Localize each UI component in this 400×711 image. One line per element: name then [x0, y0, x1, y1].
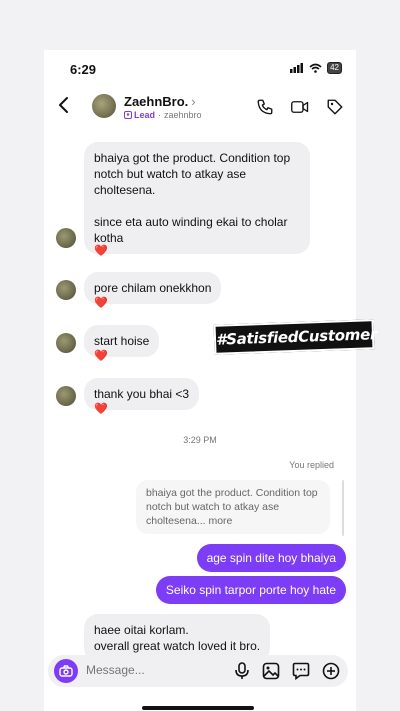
reply-bar [342, 480, 344, 536]
contact-subtitle: Lead · zaehnbro [124, 110, 202, 120]
more-link[interactable]: more [208, 515, 232, 527]
home-indicator[interactable] [142, 706, 254, 710]
gallery-icon[interactable] [262, 662, 280, 680]
phone-screen: 6:29 42 ZaehnBro. › Lead · zaehnbro bhaiy… [44, 50, 356, 711]
tag-icon[interactable] [326, 98, 344, 116]
contact-username: zaehnbro [164, 110, 202, 120]
you-replied-label: You replied [289, 460, 334, 470]
contact-name-text[interactable]: ZaehnBro. [124, 94, 188, 109]
quoted-reply[interactable]: bhaiya got the product. Condition top no… [136, 480, 330, 534]
sender-avatar[interactable] [56, 280, 76, 300]
message-timestamp: 3:29 PM [183, 435, 217, 445]
avatar[interactable] [92, 94, 116, 118]
chevron-right-icon: › [191, 94, 196, 109]
wifi-icon [309, 63, 322, 73]
lead-badge: Lead [124, 110, 155, 120]
heart-reaction[interactable]: ❤️ [94, 296, 108, 309]
phone-icon[interactable] [256, 98, 274, 116]
camera-button[interactable] [54, 659, 78, 683]
composer-actions [234, 662, 340, 680]
header-actions [256, 98, 344, 116]
contact-name[interactable]: ZaehnBro. › [124, 94, 196, 109]
heart-reaction[interactable]: ❤️ [94, 349, 108, 362]
status-bar: 6:29 42 [44, 50, 356, 86]
sender-avatar[interactable] [56, 386, 76, 406]
lead-label: Lead [134, 110, 156, 120]
status-time: 6:29 [70, 62, 97, 77]
battery-icon: 42 [327, 62, 342, 74]
back-icon[interactable] [58, 96, 70, 114]
camera-icon [59, 665, 73, 677]
message-composer [48, 655, 348, 687]
hashtag-overlay: #SatisfiedCustomer [213, 319, 377, 355]
sender-avatar[interactable] [56, 228, 76, 248]
message-bubble[interactable]: bhaiya got the product. Condition top no… [84, 142, 310, 254]
sticker-icon[interactable] [292, 662, 310, 680]
separator: · [158, 110, 162, 120]
message-input[interactable] [86, 663, 216, 677]
video-icon[interactable] [290, 98, 310, 116]
sender-avatar[interactable] [56, 333, 76, 353]
chat-header: ZaehnBro. › Lead · zaehnbro [44, 86, 356, 130]
heart-reaction[interactable]: ❤️ [94, 244, 108, 257]
plus-icon[interactable] [322, 662, 340, 680]
outgoing-message-bubble[interactable]: age spin dite hoy bhaiya [196, 544, 346, 572]
signal-icon [290, 63, 304, 73]
microphone-icon[interactable] [234, 662, 250, 680]
outgoing-message-bubble[interactable]: Seiko spin tarpor porte hoy hate [155, 576, 346, 604]
status-icons: 42 [290, 62, 342, 74]
heart-reaction[interactable]: ❤️ [94, 402, 108, 415]
lead-icon [124, 111, 132, 119]
